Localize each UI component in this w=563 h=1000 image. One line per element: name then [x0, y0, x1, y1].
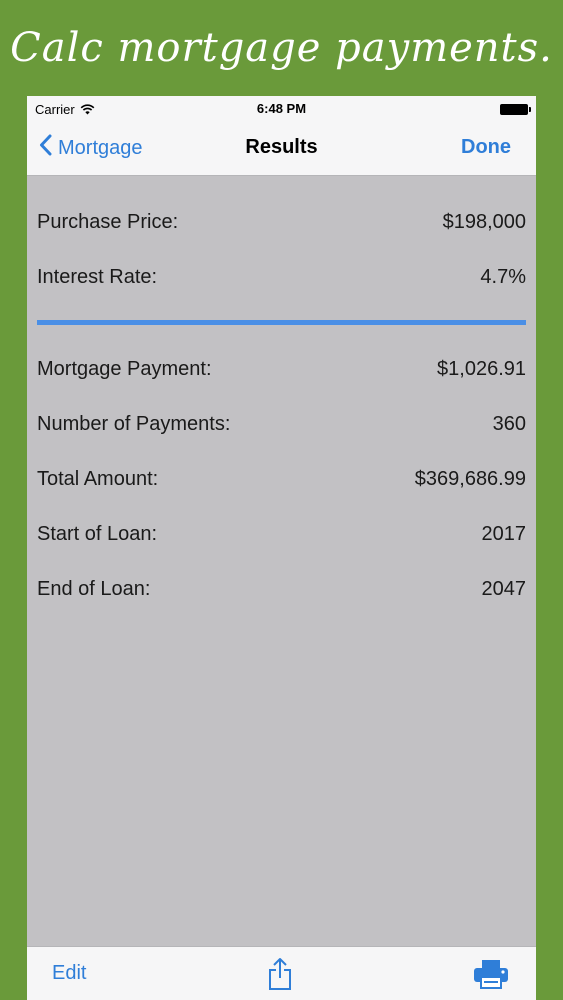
result-row-interest-rate: Interest Rate: 4.7%	[37, 262, 526, 292]
bottom-toolbar: Edit	[27, 946, 536, 1000]
row-value: $1,026.91	[437, 357, 526, 380]
result-row-start-of-loan: Start of Loan: 2017	[37, 519, 526, 549]
row-label: Number of Payments:	[37, 412, 231, 435]
status-time: 6:48 PM	[256, 101, 307, 116]
banner-title: Calc mortgage payments.	[10, 25, 553, 71]
row-value: 2047	[481, 577, 527, 600]
row-value: 4.7%	[480, 265, 526, 288]
row-label: Purchase Price:	[37, 210, 179, 233]
row-label: Mortgage Payment:	[37, 357, 212, 380]
row-label: Interest Rate:	[37, 265, 158, 288]
done-button[interactable]: Done	[461, 136, 511, 159]
row-value: 360	[492, 412, 526, 435]
share-icon[interactable]	[267, 957, 293, 996]
row-value: $198,000	[442, 210, 526, 233]
row-value: $369,686.99	[414, 467, 526, 490]
result-row-number-of-payments: Number of Payments: 360	[37, 409, 526, 439]
navigation-bar: Mortgage Results Done	[27, 122, 536, 176]
edit-button[interactable]: Edit	[52, 962, 86, 985]
result-row-end-of-loan: End of Loan: 2047	[37, 574, 526, 604]
row-label: Total Amount:	[37, 467, 159, 490]
battery-icon	[500, 104, 531, 115]
printer-icon[interactable]	[473, 959, 509, 994]
result-row-mortgage-payment: Mortgage Payment: $1,026.91	[37, 354, 526, 384]
page-title: Results	[245, 136, 318, 158]
result-row-total-amount: Total Amount: $369,686.99	[37, 464, 526, 494]
row-label: Start of Loan:	[37, 522, 158, 545]
phone-screen: Carrier 6:48 PM Mortgage Results Done Pu…	[27, 96, 536, 1000]
status-bar: Carrier 6:48 PM	[27, 96, 536, 122]
row-label: End of Loan:	[37, 577, 151, 600]
promo-banner: Calc mortgage payments.	[0, 0, 563, 96]
row-value: 2017	[481, 522, 527, 545]
result-row-purchase-price: Purchase Price: $198,000	[37, 207, 526, 237]
section-divider	[37, 320, 526, 325]
